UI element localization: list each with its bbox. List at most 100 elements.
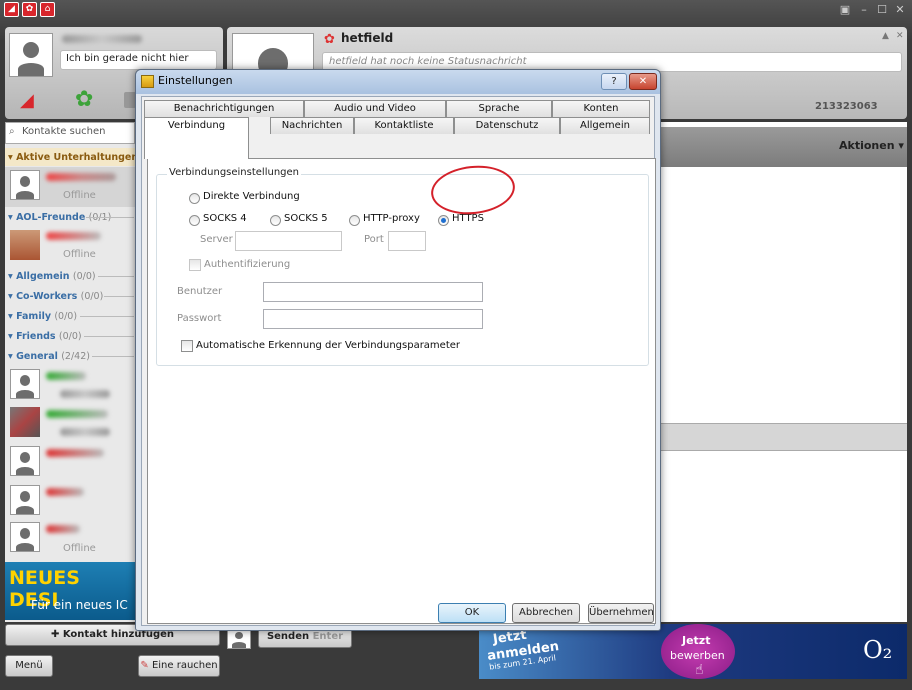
settings-dialog: Einstellungen ? ✕ Benachrichtigungen Aud… [135, 69, 661, 631]
contact-avatar [10, 485, 40, 515]
icq-flower-icon[interactable]: ✿ [75, 87, 93, 112]
close-contact-icon[interactable]: ✕ [896, 31, 904, 41]
contact-avatar [10, 522, 40, 552]
apply-button[interactable]: Übernehmen [588, 603, 654, 623]
own-status-message[interactable]: Ich bin gerade nicht hier [60, 50, 217, 70]
dialog-titlebar: Einstellungen [136, 70, 660, 94]
radio-https-label[interactable]: HTTPS [452, 213, 484, 224]
radio-http-proxy-label[interactable]: HTTP-proxy [363, 213, 420, 224]
tab-allgemein[interactable]: Allgemein [560, 117, 650, 134]
tab-datenschutz[interactable]: Datenschutz [454, 117, 560, 134]
contact-uin: 213323063 [815, 101, 878, 112]
contact-name-blurred [46, 372, 86, 380]
contact-name: hetfield [341, 31, 394, 45]
contact-avatar-photo [10, 407, 40, 437]
help-button[interactable]: ? [601, 73, 627, 90]
contact-status: Offline [63, 543, 96, 554]
prosieben-icon[interactable]: ◢ [4, 2, 19, 17]
ad-bubble-bewerben: bewerben [670, 649, 725, 662]
auth-checkbox[interactable] [189, 259, 201, 271]
contact-status-blurred [60, 390, 110, 398]
ok-button[interactable]: OK [438, 603, 506, 623]
divider [80, 316, 134, 317]
collapse-icon[interactable]: ▲ [882, 31, 889, 41]
restore-icon[interactable]: ▣ [838, 4, 852, 16]
promo-banner[interactable]: NEUES DESI Für ein neues IC [5, 562, 135, 620]
own-name-blurred [62, 35, 142, 43]
minimize-icon[interactable]: – [857, 4, 871, 16]
contact-name-blurred [46, 525, 80, 533]
dialog-close-button[interactable]: ✕ [629, 73, 657, 90]
radio-socks4[interactable] [189, 215, 200, 226]
maximize-icon[interactable]: ☐ [875, 4, 889, 16]
smoke-button[interactable]: ✎ Eine rauchen [138, 655, 220, 677]
server-label: Server [200, 234, 233, 245]
group-allgemein[interactable]: ▾ Allgemein (0/0) [8, 271, 96, 282]
contact-avatar [10, 170, 40, 200]
search-input[interactable]: Kontakte suchen [5, 122, 135, 144]
auto-detect-label[interactable]: Automatische Erkennung der Verbindungspa… [196, 340, 460, 351]
divider [92, 356, 134, 357]
radio-direct[interactable] [189, 193, 200, 204]
group-family[interactable]: ▾ Family (0/0) [8, 311, 77, 322]
own-avatar[interactable] [9, 33, 53, 77]
tab-panel-verbindung: Verbindungseinstellungen Direkte Verbind… [147, 158, 656, 624]
actions-menu[interactable]: Aktionen ▾ [839, 139, 904, 152]
group-active[interactable]: ▾ Aktive Unterhaltungen (0 [8, 152, 151, 163]
tab-sprache[interactable]: Sprache [446, 100, 552, 117]
radio-socks4-label[interactable]: SOCKS 4 [203, 213, 247, 224]
tab-nachrichten[interactable]: Nachrichten [270, 117, 354, 134]
menu-button[interactable]: Menü [5, 655, 53, 677]
icq-status-icon: ✿ [324, 32, 335, 47]
icq-window: ◢ ✿ ⌂ ▣ – ☐ ✕ Ich bin gerade nicht hier … [0, 0, 912, 690]
search-icon: ⌕ [9, 126, 15, 137]
tab-verbindung[interactable]: Verbindung [144, 117, 249, 159]
tab-audio-video[interactable]: Audio und Video [304, 100, 446, 117]
contact-name-blurred [46, 173, 116, 181]
top-icons: ◢ ✿ ⌂ [4, 2, 55, 17]
input-toolbar [659, 423, 907, 451]
contact-status-blurred [60, 428, 110, 436]
close-icon[interactable]: ✕ [893, 4, 907, 16]
tab-konten[interactable]: Konten [552, 100, 650, 117]
ad-bubble-jetzt: Jetzt [682, 634, 711, 647]
divider [104, 296, 134, 297]
contact-status: Offline [63, 249, 96, 260]
cancel-button[interactable]: Abbrechen [512, 603, 580, 623]
group-coworkers[interactable]: ▾ Co-Workers (0/0) [8, 291, 103, 302]
contact-avatar [10, 369, 40, 399]
prosieben-logo-icon[interactable]: ◢ [20, 90, 34, 111]
pencil-icon: ✎ [140, 660, 149, 671]
group-general[interactable]: ▾ General (2/42) [8, 351, 90, 362]
divider [86, 217, 134, 218]
auth-label[interactable]: Authentifizierung [204, 259, 290, 270]
home-icon[interactable]: ⌂ [40, 2, 55, 17]
password-input[interactable] [263, 309, 483, 329]
tab-kontaktliste[interactable]: Kontaktliste [354, 117, 454, 134]
contact-status: Offline [63, 190, 96, 201]
port-label: Port [364, 234, 384, 245]
tab-benachrichtigungen[interactable]: Benachrichtigungen [144, 100, 304, 117]
settings-app-icon [141, 75, 154, 88]
port-input[interactable] [388, 231, 426, 251]
group-title: Verbindungseinstellungen [167, 167, 301, 178]
radio-https[interactable] [438, 215, 449, 226]
contact-avatar [10, 446, 40, 476]
password-label: Passwort [177, 313, 222, 324]
o2-ad[interactable]: Jetzt anmelden bis zum 21. April Jetzt b… [479, 624, 907, 679]
radio-socks5[interactable] [270, 215, 281, 226]
icq-icon[interactable]: ✿ [22, 2, 37, 17]
contact-name-blurred [46, 449, 104, 457]
group-friends[interactable]: ▾ Friends (0/0) [8, 331, 82, 342]
contact-avatar-photo [10, 230, 40, 260]
server-input[interactable] [235, 231, 342, 251]
chat-area[interactable] [659, 122, 907, 622]
divider [84, 336, 134, 337]
radio-socks5-label[interactable]: SOCKS 5 [284, 213, 328, 224]
user-input[interactable] [263, 282, 483, 302]
hand-cursor-icon: ☝ [695, 662, 704, 678]
radio-direct-label[interactable]: Direkte Verbindung [203, 191, 300, 202]
dialog-body: Benachrichtigungen Audio und Video Sprac… [141, 96, 656, 626]
radio-http-proxy[interactable] [349, 215, 360, 226]
auto-detect-checkbox[interactable] [181, 340, 193, 352]
